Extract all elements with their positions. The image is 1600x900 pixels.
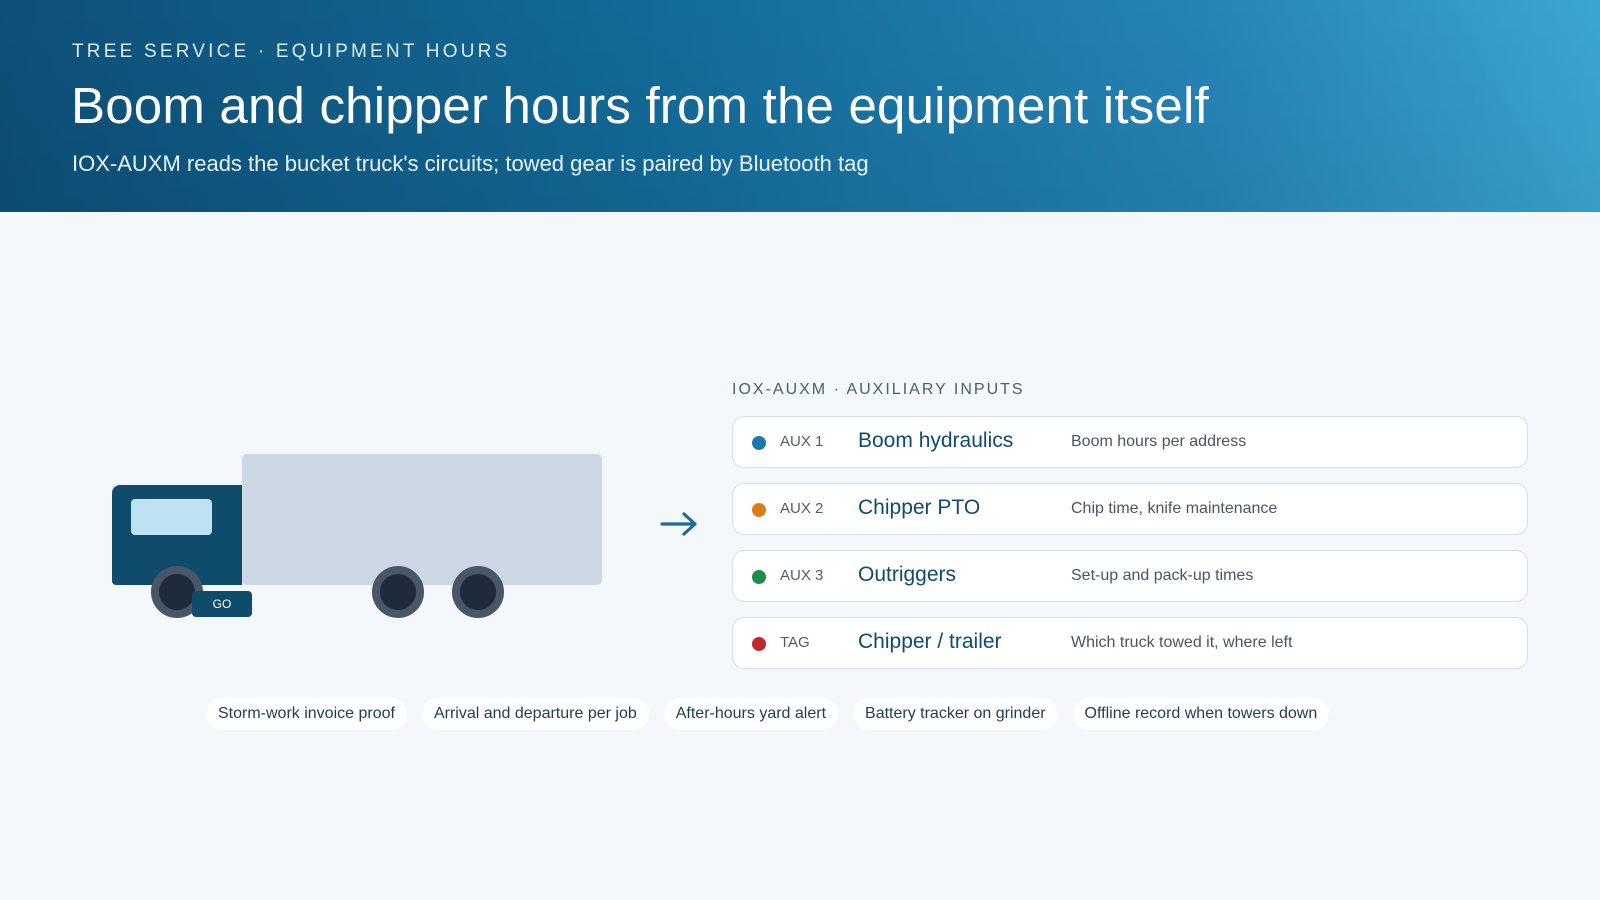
page-title: Boom and chipper hours from the equipmen…	[71, 77, 1209, 134]
status-dot	[752, 570, 766, 584]
aux-name: Chipper PTO	[858, 496, 981, 519]
eyebrow-label: TREE SERVICE · EQUIPMENT HOURS	[72, 41, 511, 62]
aux-name: Chipper / trailer	[858, 630, 1002, 653]
rear-wheel	[452, 566, 504, 618]
aux-description: Set-up and pack-up times	[1071, 567, 1254, 584]
truck-body	[242, 454, 602, 585]
aux-name: Outriggers	[858, 563, 957, 586]
arrow-right-icon	[660, 512, 697, 536]
use-case-chip: Storm-work invoice proof	[206, 698, 407, 730]
aux-code: TAG	[780, 634, 810, 651]
use-case-chip: Offline record when towers down	[1072, 698, 1330, 730]
aux-inputs-heading: IOX-AUXM · AUXILIARY INPUTS	[732, 381, 1025, 398]
aux-row: AUX 1 Boom hydraulics Boom hours per add…	[732, 416, 1528, 468]
aux-description: Boom hours per address	[1071, 433, 1247, 450]
use-case-chips: Storm-work invoice proof Arrival and dep…	[206, 698, 1330, 730]
aux-description: Which truck towed it, where left	[1071, 634, 1293, 651]
rear-wheel	[372, 566, 424, 618]
aux-input-list: AUX 1 Boom hydraulics Boom hours per add…	[732, 416, 1528, 684]
aux-code: AUX 1	[780, 433, 824, 450]
use-case-chip: Battery tracker on grinder	[853, 698, 1058, 730]
header-banner: TREE SERVICE · EQUIPMENT HOURS Boom and …	[0, 0, 1600, 212]
aux-row: AUX 2 Chipper PTO Chip time, knife maint…	[732, 483, 1528, 535]
status-dot	[752, 436, 766, 450]
aux-code: AUX 2	[780, 500, 824, 517]
page-subtitle: IOX-AUXM reads the bucket truck's circui…	[72, 151, 869, 176]
use-case-chip: Arrival and departure per job	[421, 698, 649, 730]
aux-row: TAG Chipper / trailer Which truck towed …	[732, 617, 1528, 669]
truck-illustration: GO	[110, 454, 610, 624]
use-case-chip: After-hours yard alert	[663, 698, 839, 730]
aux-row: AUX 3 Outriggers Set-up and pack-up time…	[732, 550, 1528, 602]
aux-description: Chip time, knife maintenance	[1071, 500, 1278, 517]
go-device-badge: GO	[192, 591, 252, 617]
aux-code: AUX 3	[780, 567, 824, 584]
status-dot	[752, 637, 766, 651]
status-dot	[752, 503, 766, 517]
aux-name: Boom hydraulics	[858, 429, 1014, 452]
truck-window	[131, 499, 212, 535]
